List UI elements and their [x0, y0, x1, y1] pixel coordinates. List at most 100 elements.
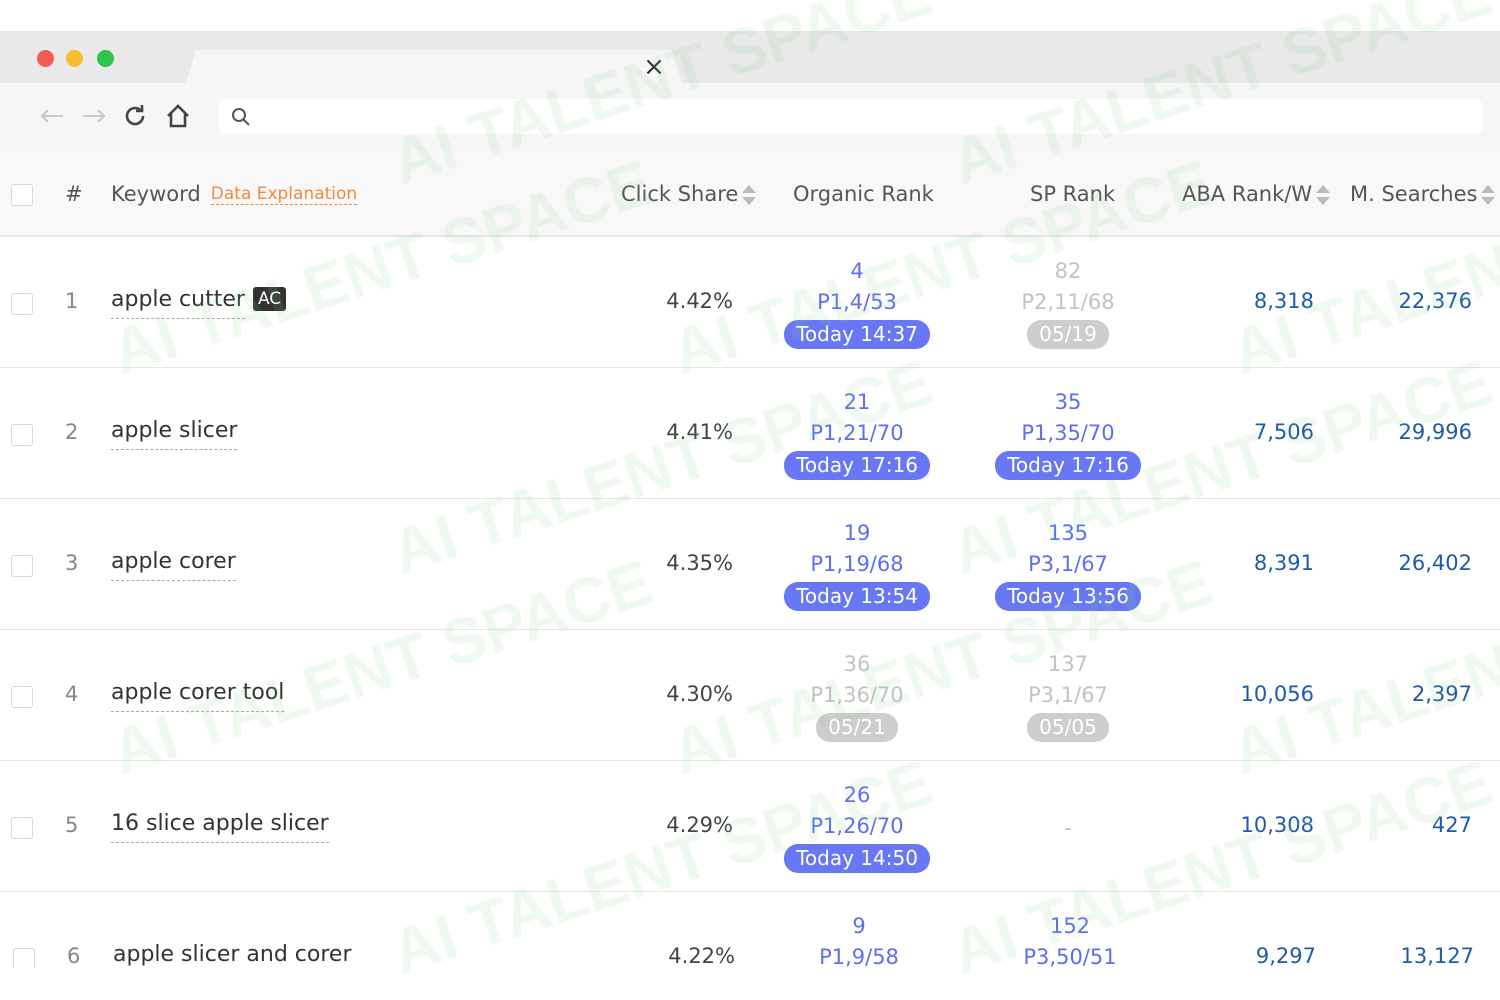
row-index: 5: [65, 813, 79, 837]
col-monthly-searches-header[interactable]: M. Searches: [1350, 182, 1496, 206]
keyword-header-label: Keyword: [111, 182, 201, 206]
click-share-value: 4.41%: [666, 420, 733, 444]
monthly-searches-value[interactable]: 2,397: [1342, 682, 1472, 706]
forward-arrow-icon[interactable]: [76, 98, 112, 134]
click-share-value: 4.42%: [666, 289, 733, 313]
maximize-window-button[interactable]: [97, 50, 114, 67]
row-index: 1: [65, 289, 79, 313]
sp-rank-value: 35: [1054, 390, 1082, 414]
reload-icon[interactable]: [117, 98, 153, 134]
organic-rank-page: P1,4/53: [817, 290, 897, 314]
back-arrow-icon[interactable]: [34, 98, 70, 134]
row-checkbox[interactable]: [11, 817, 33, 839]
browser-tab[interactable]: [186, 50, 682, 84]
keyword-cell[interactable]: 16 slice apple slicer: [111, 811, 329, 843]
keyword-text[interactable]: apple corer: [111, 549, 236, 581]
organic-rank-value: 21: [843, 390, 871, 414]
organic-rank-cell: 21 P1,21/70 Today 17:16: [757, 387, 957, 481]
sp-rank-cell: 82 P2,11/68 05/19: [968, 256, 1168, 350]
monthly-searches-value[interactable]: 29,996: [1342, 420, 1472, 444]
sp-rank-page: P2,11/68: [1021, 290, 1115, 314]
click-share-value: 4.35%: [666, 551, 733, 575]
aba-rank-value[interactable]: 9,297: [1186, 944, 1316, 968]
organic-rank-time-badge[interactable]: Today 14:50: [784, 844, 930, 873]
keyword-text[interactable]: 16 slice apple slicer: [111, 811, 329, 843]
row-checkbox[interactable]: [11, 555, 33, 577]
monthly-searches-value[interactable]: 13,127: [1344, 944, 1474, 968]
data-explanation-link[interactable]: Data Explanation: [210, 184, 358, 205]
col-aba-rank-header[interactable]: ABA Rank/W: [1182, 182, 1331, 206]
address-bar[interactable]: [219, 99, 1482, 134]
aba-rank-value[interactable]: 8,318: [1184, 289, 1314, 313]
organic-rank-page: P1,19/68: [810, 552, 904, 576]
organic-rank-value: 19: [843, 521, 871, 545]
organic-rank-value: 9: [852, 914, 866, 938]
row-checkbox[interactable]: [11, 293, 33, 315]
row-checkbox[interactable]: [11, 424, 33, 446]
sp-rank-time-badge[interactable]: 05/19: [1027, 320, 1109, 349]
sp-rank-value: 137: [1047, 652, 1089, 676]
sp-rank-value: 82: [1054, 259, 1082, 283]
row-checkbox[interactable]: [11, 686, 33, 708]
monthly-searches-header-label: M. Searches: [1350, 182, 1478, 206]
row-index: 6: [67, 944, 81, 968]
sp-rank-time-badge[interactable]: 05/05: [1027, 713, 1109, 742]
monthly-searches-value[interactable]: 427: [1342, 813, 1472, 837]
sp-rank-time-badge[interactable]: Today 13:56: [995, 582, 1141, 611]
top-margin: [0, 0, 1500, 31]
organic-rank-time-badge[interactable]: Today 13:54: [784, 582, 930, 611]
organic-rank-value: 36: [843, 652, 871, 676]
minimize-window-button[interactable]: [66, 50, 83, 67]
sp-rank-time-badge[interactable]: Today 17:16: [995, 451, 1141, 480]
close-window-button[interactable]: [37, 50, 54, 67]
keyword-text[interactable]: apple slicer: [111, 418, 238, 450]
keyword-cell[interactable]: apple corer tool: [111, 680, 285, 712]
sort-icon[interactable]: [742, 184, 757, 206]
select-all-checkbox[interactable]: [11, 184, 33, 206]
keyword-text[interactable]: apple cutter: [111, 287, 245, 319]
sp-rank-cell: 135 P3,1/67 Today 13:56: [968, 518, 1168, 612]
col-keyword-header: Keyword Data Explanation: [111, 182, 358, 206]
monthly-searches-value[interactable]: 26,402: [1342, 551, 1472, 575]
tab-close-icon[interactable]: ×: [640, 52, 668, 82]
sort-icon[interactable]: [1316, 184, 1331, 206]
organic-rank-cell: 36 P1,36/70 05/21: [757, 649, 957, 743]
click-share-header-label: Click Share: [621, 182, 739, 206]
click-share-value: 4.29%: [666, 813, 733, 837]
organic-rank-time-badge[interactable]: 05/21: [816, 713, 898, 742]
row-checkbox[interactable]: [13, 948, 35, 970]
aba-rank-value[interactable]: 7,506: [1184, 420, 1314, 444]
click-share-value: 4.30%: [666, 682, 733, 706]
col-index-header: #: [65, 182, 83, 206]
aba-rank-value[interactable]: 8,391: [1184, 551, 1314, 575]
sp-rank-page: P1,35/70: [1021, 421, 1115, 445]
col-click-share-header[interactable]: Click Share: [621, 182, 757, 206]
organic-rank-time-badge[interactable]: Today 17:16: [784, 451, 930, 480]
keyword-cell[interactable]: apple cutter AC: [111, 287, 287, 319]
keyword-cell[interactable]: apple slicer and corer: [113, 942, 352, 974]
sp-rank-empty: -: [1064, 816, 1072, 840]
sp-rank-cell: 137 P3,1/67 05/05: [968, 649, 1168, 743]
amazon-choice-badge: AC: [252, 287, 287, 311]
monthly-searches-value[interactable]: 22,376: [1342, 289, 1472, 313]
aba-rank-value[interactable]: 10,056: [1184, 682, 1314, 706]
organic-rank-cell: 9 P1,9/58: [759, 911, 959, 973]
click-share-value: 4.22%: [668, 944, 735, 968]
organic-rank-time-badge[interactable]: Today 14:37: [784, 320, 930, 349]
row-index: 3: [65, 551, 79, 575]
keyword-cell[interactable]: apple slicer: [111, 418, 238, 450]
aba-rank-value[interactable]: 10,308: [1184, 813, 1314, 837]
home-icon[interactable]: [160, 98, 196, 134]
bottom-margin: [0, 968, 1500, 1000]
aba-rank-header-label: ABA Rank/W: [1182, 182, 1313, 206]
organic-rank-value: 26: [843, 783, 871, 807]
keyword-cell[interactable]: apple corer: [111, 549, 236, 581]
organic-rank-value: 4: [850, 259, 864, 283]
row-index: 4: [65, 682, 79, 706]
organic-rank-cell: 19 P1,19/68 Today 13:54: [757, 518, 957, 612]
sp-rank-value: 152: [1049, 914, 1091, 938]
sp-rank-cell: 152 P3,50/51: [970, 911, 1170, 973]
sort-icon[interactable]: [1481, 184, 1496, 206]
search-icon: [232, 108, 250, 126]
keyword-text[interactable]: apple corer tool: [111, 680, 285, 712]
